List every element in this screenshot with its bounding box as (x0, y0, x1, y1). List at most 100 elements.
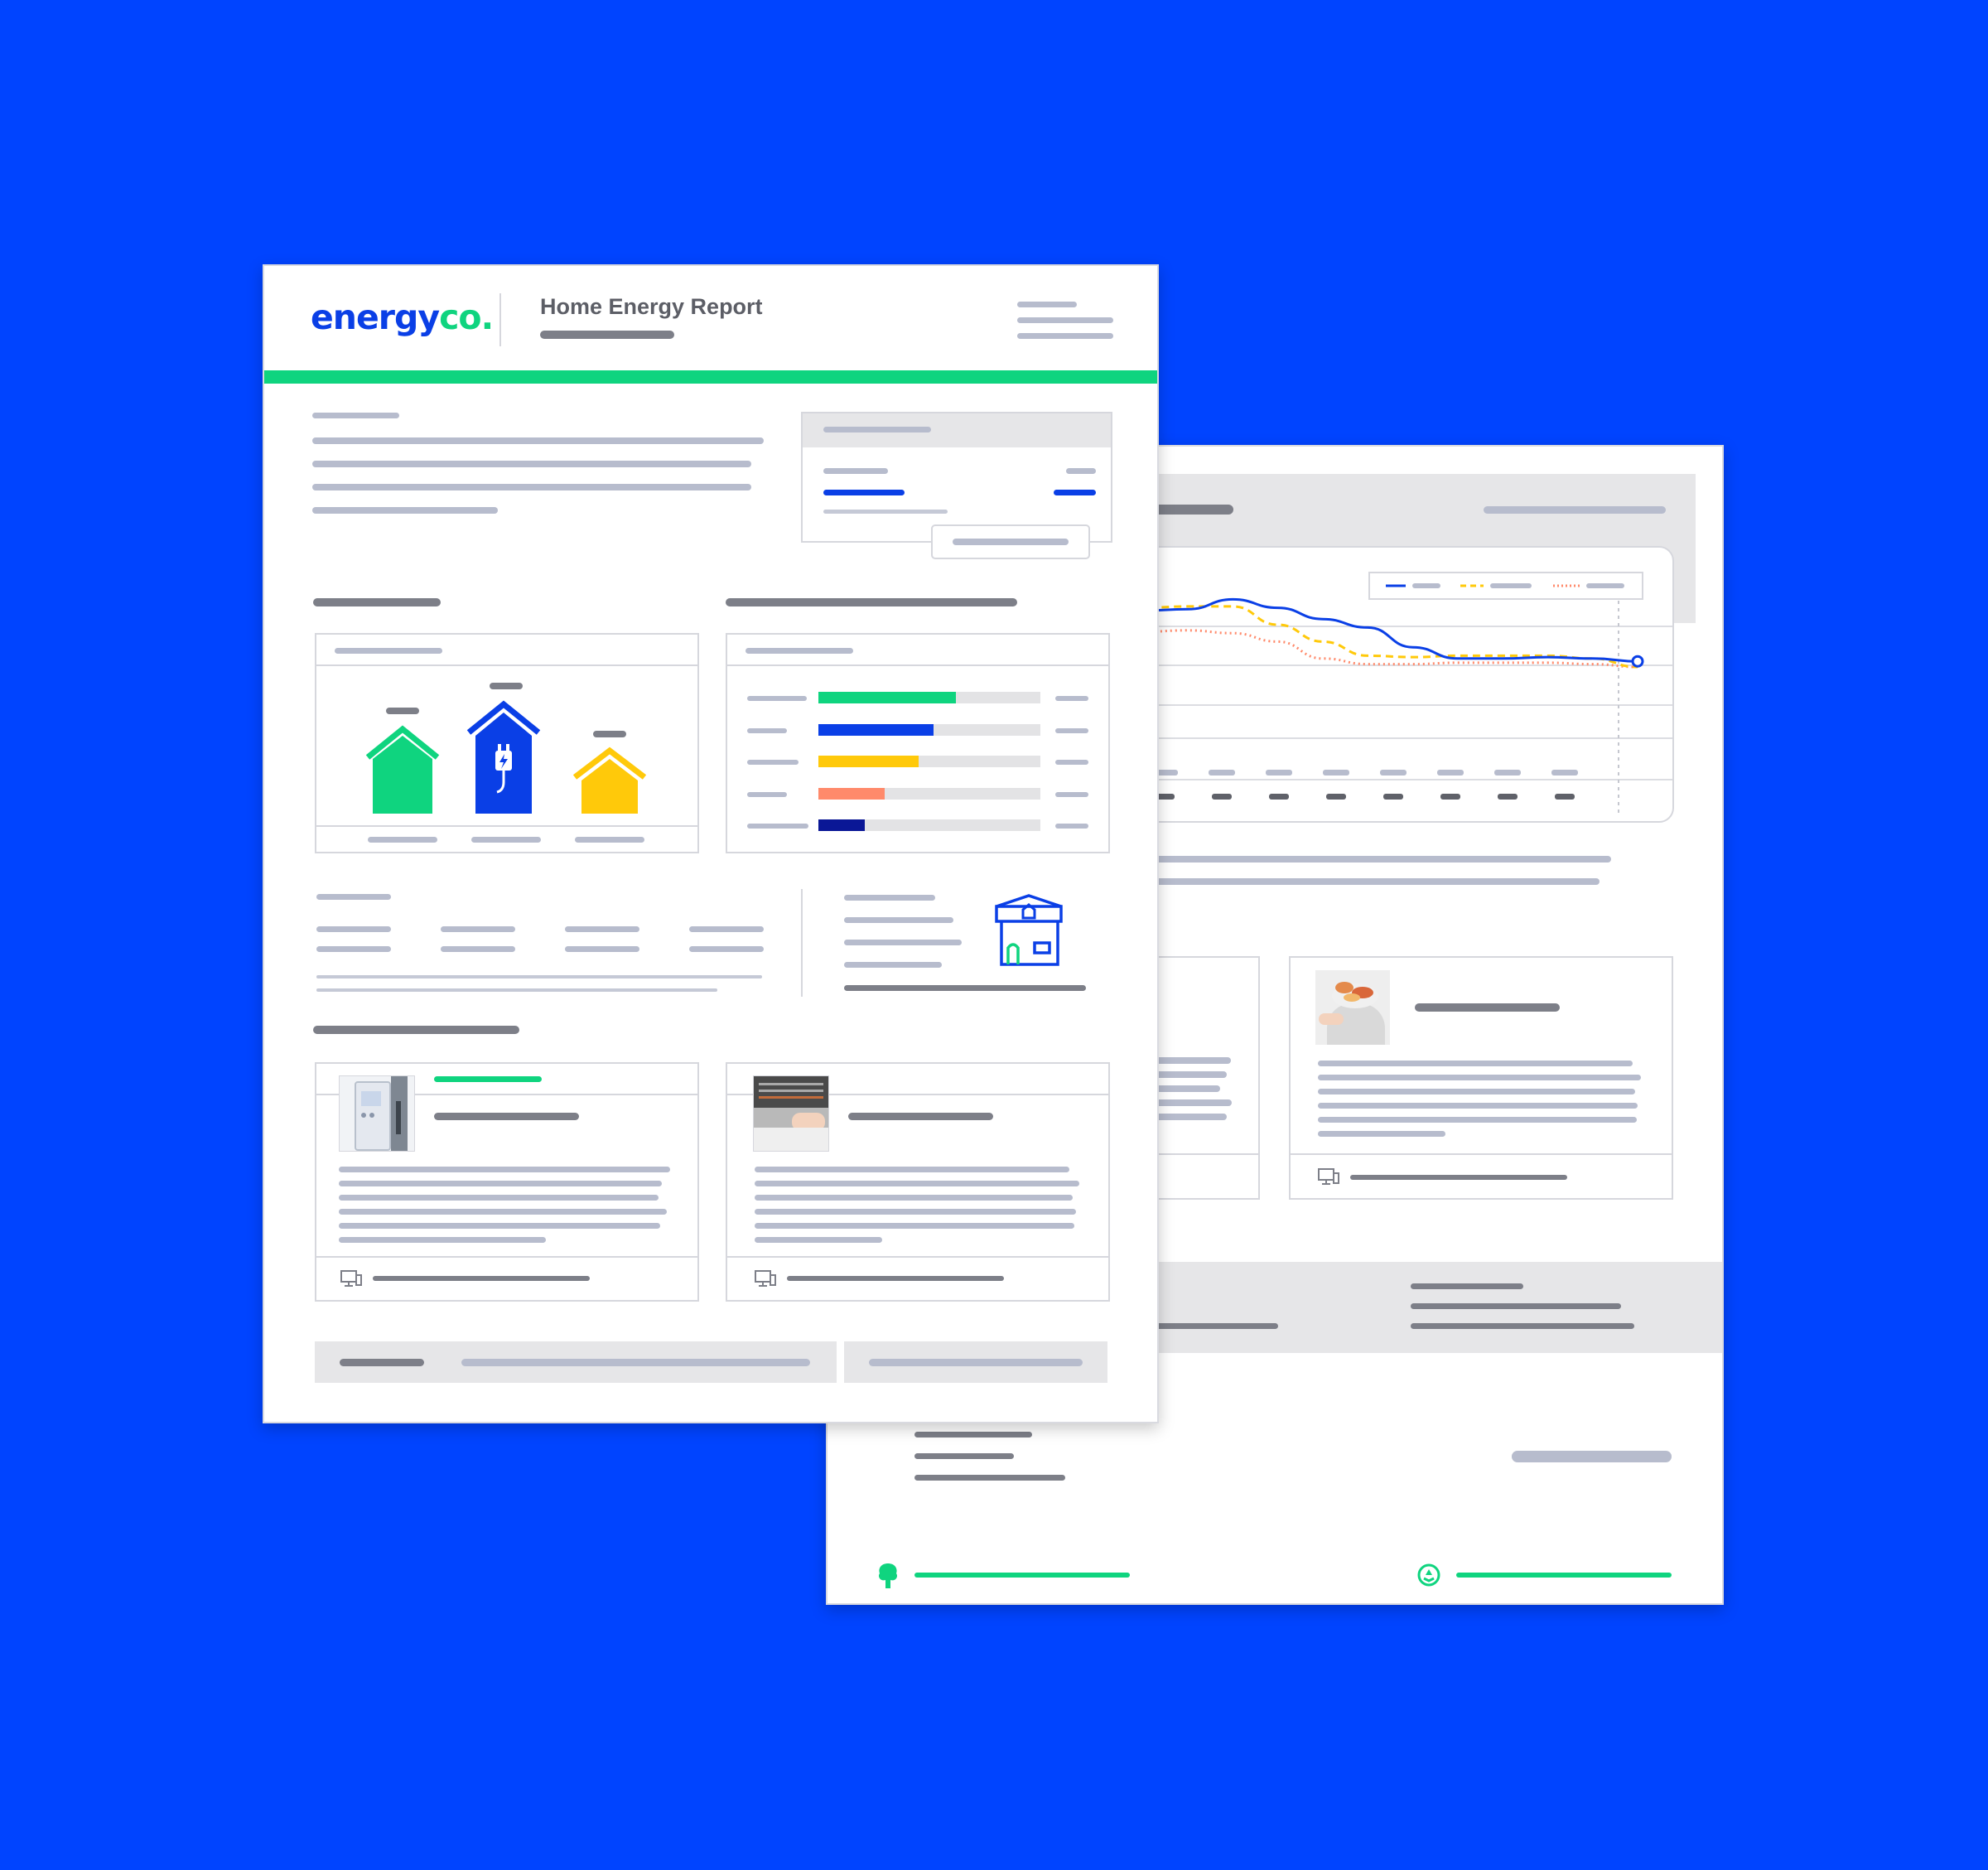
info-line (1411, 1303, 1621, 1309)
address-line (914, 1453, 1014, 1459)
bar-value-label (1055, 696, 1088, 701)
text-line (339, 1237, 546, 1243)
text-line (755, 1195, 1073, 1201)
bar-label (747, 727, 787, 733)
home-info-line (844, 985, 1086, 991)
header-divider (499, 293, 501, 346)
bar-fill (818, 819, 865, 831)
header-meta-line (1017, 317, 1113, 323)
header-accent-bar (264, 370, 1157, 384)
bar-value-label (1055, 824, 1088, 829)
stat-line (565, 946, 639, 952)
legend-label-yellow (1490, 583, 1532, 588)
stat-line (565, 926, 639, 932)
usage-breakdown-card (726, 633, 1110, 853)
house-label (575, 837, 644, 843)
house-label (368, 837, 437, 843)
x-tick-label (1380, 770, 1407, 776)
x-tick-sublabel (1555, 794, 1575, 800)
house-outline-icon (995, 894, 1063, 966)
house-value-label (490, 683, 523, 689)
bar-label (747, 824, 808, 829)
card-title-placeholder (335, 648, 442, 654)
x-tick-sublabel (1212, 794, 1232, 800)
x-tick-sublabel (1326, 794, 1346, 800)
tip-title-placeholder (1415, 1003, 1560, 1012)
card-divider (316, 1256, 697, 1258)
x-tick-label (1494, 770, 1521, 776)
back-tip-card-right (1289, 956, 1673, 1200)
intro-line (312, 461, 751, 467)
text-line (755, 1223, 1074, 1229)
report-title: Home Energy Report (540, 294, 763, 319)
x-tick-sublabel (1440, 794, 1460, 800)
summary-amount-line (823, 490, 905, 495)
summary-card-button[interactable] (931, 524, 1090, 559)
report-subtitle-placeholder (540, 331, 674, 339)
summary-card-title-placeholder (823, 427, 931, 432)
plug-home-icon (466, 700, 541, 814)
monitor-icon (1318, 1168, 1339, 1185)
text-line (1318, 1117, 1637, 1123)
back-action-pill[interactable] (1512, 1451, 1672, 1462)
card-divider (316, 825, 697, 827)
back-header-meta-placeholder (1484, 506, 1666, 514)
bar-fill (818, 692, 956, 703)
footer-value (869, 1359, 1083, 1366)
text-line (1318, 1061, 1633, 1066)
bar-track (818, 819, 1040, 831)
tip-card-thermostat (315, 1062, 699, 1302)
x-tick-sublabel (1498, 794, 1518, 800)
logo-main: energy (311, 297, 440, 337)
bar-track (818, 756, 1040, 767)
home-info-line (844, 962, 942, 968)
bar-label (747, 760, 799, 765)
stat-line (316, 946, 391, 952)
tree-icon (878, 1563, 898, 1588)
home-info-line (844, 895, 935, 901)
stat-line (689, 946, 764, 952)
tip-title-placeholder (848, 1113, 993, 1120)
monitor-icon (340, 1270, 362, 1287)
report-page-front: energyco. Home Energy Report (263, 264, 1159, 1423)
x-tick-label (1551, 770, 1578, 776)
intro-line (312, 484, 751, 490)
summary-amount-value (1054, 490, 1096, 495)
summary-label (823, 468, 888, 474)
usage-chart-card (1076, 546, 1674, 823)
legend-label-orange (1586, 583, 1624, 588)
tip-card-oven (726, 1062, 1110, 1302)
card-divider (1291, 1153, 1672, 1155)
back-header-title-placeholder (1151, 505, 1233, 515)
house-value-label (386, 708, 419, 714)
series-line (1078, 629, 1638, 669)
info-line (1411, 1283, 1523, 1289)
tip-link-placeholder[interactable] (787, 1276, 1004, 1281)
text-line (339, 1181, 662, 1186)
bar-fill (818, 756, 919, 767)
account-summary-card (801, 412, 1112, 543)
x-tick-label (1209, 770, 1235, 776)
header-meta-line (1017, 302, 1077, 307)
tip-link-placeholder[interactable] (1350, 1175, 1567, 1180)
text-line (339, 1195, 659, 1201)
text-line (755, 1181, 1079, 1186)
stat-footnote (316, 975, 762, 978)
section-heading-comparison (313, 598, 441, 606)
oven-photo (753, 1075, 829, 1152)
stat-footnote (316, 988, 717, 992)
home-info-line (844, 917, 953, 923)
x-tick-sublabel (1383, 794, 1403, 800)
monitor-icon (755, 1270, 776, 1287)
card-divider (727, 1256, 1108, 1258)
tip-link-placeholder[interactable] (373, 1276, 590, 1281)
section-heading-tips (313, 1026, 519, 1034)
usage-chart (1078, 572, 1672, 813)
current-point (1631, 655, 1644, 668)
text-line (1318, 1131, 1445, 1137)
info-line (1411, 1323, 1634, 1329)
stat-line (441, 946, 515, 952)
intro-line (312, 437, 764, 444)
home-info-line (844, 940, 962, 945)
bar-track (818, 692, 1040, 703)
